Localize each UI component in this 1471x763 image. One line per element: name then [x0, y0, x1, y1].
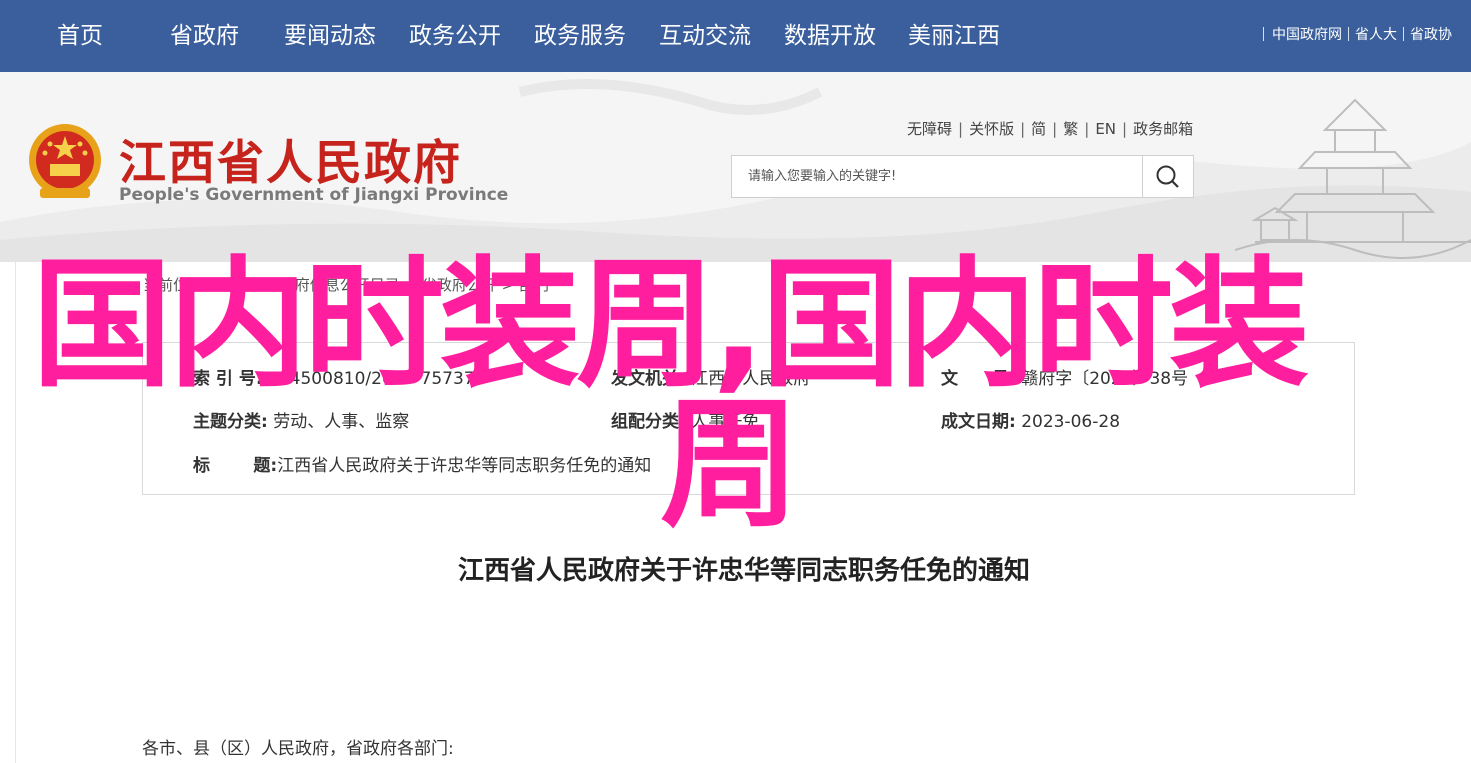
top-external-links: 中国政府网 省人大 省政协: [1263, 22, 1471, 46]
nav-item-interaction[interactable]: 互动交流: [659, 0, 751, 72]
national-emblem-icon: [29, 124, 101, 198]
breadcrumb-separator: >: [262, 276, 280, 294]
meta-index-value: 014500810/2023-75737: [268, 369, 475, 389]
meta-date-value: 2023-06-28: [1021, 412, 1121, 432]
divider: |: [1122, 119, 1128, 138]
breadcrumb-item-home[interactable]: 首页: [228, 276, 258, 294]
meta-genre-value: 人事任免: [691, 412, 760, 432]
meta-title-label-first: 标: [193, 456, 210, 476]
link-provincial-cppcc[interactable]: 省政协: [1410, 24, 1452, 44]
breadcrumb-separator: >: [404, 276, 422, 294]
meta-category-label: 主题分类:: [193, 412, 268, 432]
document-metadata-table: 索 引 号: 014500810/2023-75737 发文机关: 江西省人民政…: [142, 342, 1355, 495]
breadcrumb-separator: >: [501, 276, 520, 294]
search-box: [731, 155, 1194, 198]
top-nav-bar: 首页 省政府 要闻动态 政务公开 政务服务 互动交流 数据开放 美丽江西 中国政…: [0, 0, 1471, 72]
meta-category-value: 劳动、人事、监察: [273, 412, 410, 432]
nav-item-open-data[interactable]: 数据开放: [784, 0, 876, 72]
site-subtitle: People's Government of Jiangxi Province: [119, 185, 509, 205]
link-accessibility[interactable]: 无障碍: [907, 118, 952, 139]
meta-docno-value: 赣府字〔2023〕38号: [1021, 369, 1189, 389]
divider: [1348, 27, 1349, 41]
header-banner: 江西省人民政府 People's Government of Jiangxi P…: [0, 72, 1471, 262]
accessibility-links: 无障碍 | 关怀版 | 简 | 繁 | EN | 政务邮箱: [907, 118, 1193, 139]
breadcrumb-label: 当前位置: [143, 276, 204, 294]
document-salutation: 各市、县（区）人民政府，省政府各部门:: [142, 739, 454, 759]
meta-genre-label: 组配分类:: [611, 412, 686, 432]
meta-date-label: 成文日期:: [941, 412, 1016, 432]
pavilion-illustration: [1235, 98, 1471, 259]
meta-date: 成文日期: 2023-06-28: [941, 407, 1120, 432]
search-icon: [1156, 165, 1179, 188]
link-provincial-congress[interactable]: 省人大: [1355, 24, 1397, 44]
meta-genre: 组配分类: 人事任免: [611, 407, 759, 432]
breadcrumb-item-disclosure-catalog[interactable]: 政府信息公开目录: [280, 276, 400, 294]
divider: [1403, 27, 1404, 41]
meta-category: 主题分类: 劳动、人事、监察: [193, 407, 409, 432]
link-english[interactable]: EN: [1095, 120, 1116, 138]
meta-issuer: 发文机关: 江西省人民政府: [611, 364, 810, 389]
nav-item-provincial-government[interactable]: 省政府: [170, 0, 239, 72]
meta-index-label: 索 引 号:: [193, 369, 263, 389]
link-traditional-chinese[interactable]: 繁: [1063, 118, 1078, 139]
divider: [1263, 27, 1264, 41]
divider: |: [1020, 119, 1026, 138]
breadcrumb: 当前位置 ： 首页 > 政府信息公开目录 > 省政府公开 > 部门: [143, 274, 549, 295]
divider: |: [958, 119, 964, 138]
search-input[interactable]: [732, 156, 1142, 197]
document-title: 江西省人民政府关于许忠华等同志职务任免的通知: [457, 556, 1030, 586]
link-government-mailbox[interactable]: 政务邮箱: [1133, 118, 1193, 139]
site-title: 江西省人民政府: [119, 136, 462, 191]
nav-item-home[interactable]: 首页: [57, 0, 103, 72]
meta-index: 索 引 号: 014500810/2023-75737: [193, 364, 475, 389]
nav-item-government-affairs-disclosure[interactable]: 政务公开: [409, 0, 501, 72]
link-china-gov[interactable]: 中国政府网: [1272, 24, 1342, 44]
divider: |: [1052, 119, 1058, 138]
content-area: 当前位置 ： 首页 > 政府信息公开目录 > 省政府公开 > 部门 索 引 号:…: [15, 262, 1471, 763]
meta-docno-label: 文 号:: [941, 369, 1016, 389]
nav-item-beautiful-jiangxi[interactable]: 美丽江西: [908, 0, 1000, 72]
link-elderly-mode[interactable]: 关怀版: [969, 118, 1014, 139]
meta-title-label-second: 题:: [253, 456, 278, 476]
search-button[interactable]: [1142, 156, 1193, 197]
breadcrumb-item-department[interactable]: 部门: [519, 276, 549, 294]
meta-title: 标 题:江西省人民政府关于许忠华等同志职务任免的通知: [193, 451, 651, 476]
meta-title-value: 江西省人民政府关于许忠华等同志职务任免的通知: [277, 456, 652, 476]
divider: |: [1084, 119, 1090, 138]
link-simplified-chinese[interactable]: 简: [1031, 118, 1046, 139]
nav-item-news[interactable]: 要闻动态: [284, 0, 376, 72]
nav-item-government-services[interactable]: 政务服务: [534, 0, 626, 72]
meta-issuer-label: 发文机关:: [611, 369, 686, 389]
breadcrumb-separator: ：: [207, 276, 223, 294]
meta-issuer-value: 江西省人民政府: [691, 369, 811, 389]
breadcrumb-item-provincial-disclosure[interactable]: 省政府公开: [422, 276, 497, 294]
meta-docno: 文 号: 赣府字〔2023〕38号: [941, 364, 1188, 389]
